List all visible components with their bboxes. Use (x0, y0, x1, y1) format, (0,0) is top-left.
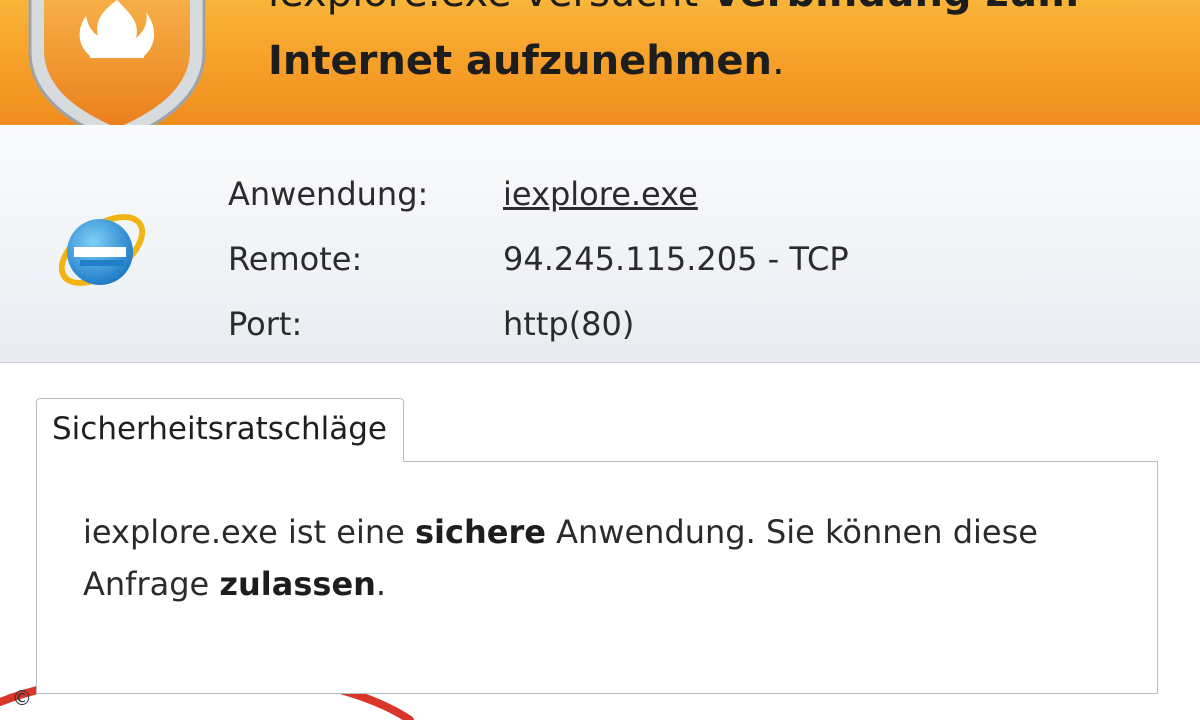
firewall-shield-icon (28, 0, 206, 144)
remote-label: Remote: (228, 240, 363, 278)
port-label: Port: (228, 305, 303, 343)
header-title-line-1: iexplore.exe versucht Verbindung zum (268, 0, 1079, 16)
security-advice-panel: iexplore.exe ist eine sichere Anwendung.… (36, 461, 1158, 694)
tab-label: Sicherheitsratschläge (52, 411, 387, 447)
tab-security-advice[interactable]: Sicherheitsratschläge (36, 398, 404, 462)
internet-explorer-icon (58, 214, 146, 286)
port-value: http(80) (503, 305, 635, 343)
application-link[interactable]: iexplore.exe (503, 175, 698, 213)
advice-text: iexplore.exe ist eine sichere Anwendung.… (83, 513, 1038, 603)
application-label: Anwendung: (228, 175, 429, 213)
remote-value: 94.245.115.205 - TCP (503, 240, 849, 278)
header-title-line-2: Internet aufzunehmen. (268, 38, 785, 84)
copyright-mark: © (12, 686, 32, 710)
